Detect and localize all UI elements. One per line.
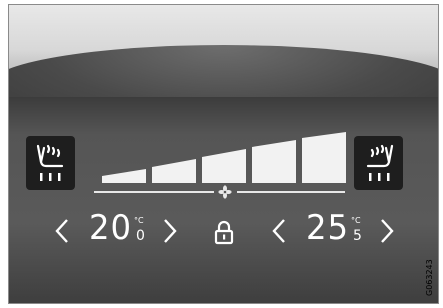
fan-icon (218, 185, 232, 199)
lock-icon[interactable] (213, 219, 235, 245)
heated-seat-icon (366, 144, 394, 181)
right-temp-decrease-button[interactable] (271, 218, 287, 244)
fan-speed-indicator[interactable] (94, 131, 350, 186)
left-temperature-value: 20 (89, 208, 133, 248)
fan-level-bar-1 (102, 169, 146, 183)
fan-level-bar-5 (302, 132, 346, 183)
right-seat-heat-button[interactable] (354, 136, 403, 190)
fan-bar-baseline-left (94, 191, 214, 193)
left-temp-decrease-button[interactable] (54, 218, 70, 244)
fan-bar-baseline-right (237, 191, 345, 193)
right-temperature-decimal: 5 (353, 228, 362, 244)
fan-level-bar-2 (152, 159, 196, 183)
right-temperature-unit: °C (351, 216, 361, 225)
heated-seat-icon (36, 144, 64, 181)
climate-panel (9, 97, 438, 303)
catalog-code: G063243 (420, 250, 436, 298)
fan-level-bar-4 (252, 140, 296, 183)
catalog-code-text: G063243 (425, 259, 434, 296)
left-temp-increase-button[interactable] (162, 218, 178, 244)
fan-level-bar-3 (202, 149, 246, 183)
left-seat-heat-button[interactable] (26, 136, 75, 190)
right-temp-increase-button[interactable] (379, 218, 395, 244)
left-temperature-decimal: 0 (136, 228, 145, 244)
left-temperature-unit: °C (134, 216, 144, 225)
right-temperature-value: 25 (306, 208, 350, 248)
